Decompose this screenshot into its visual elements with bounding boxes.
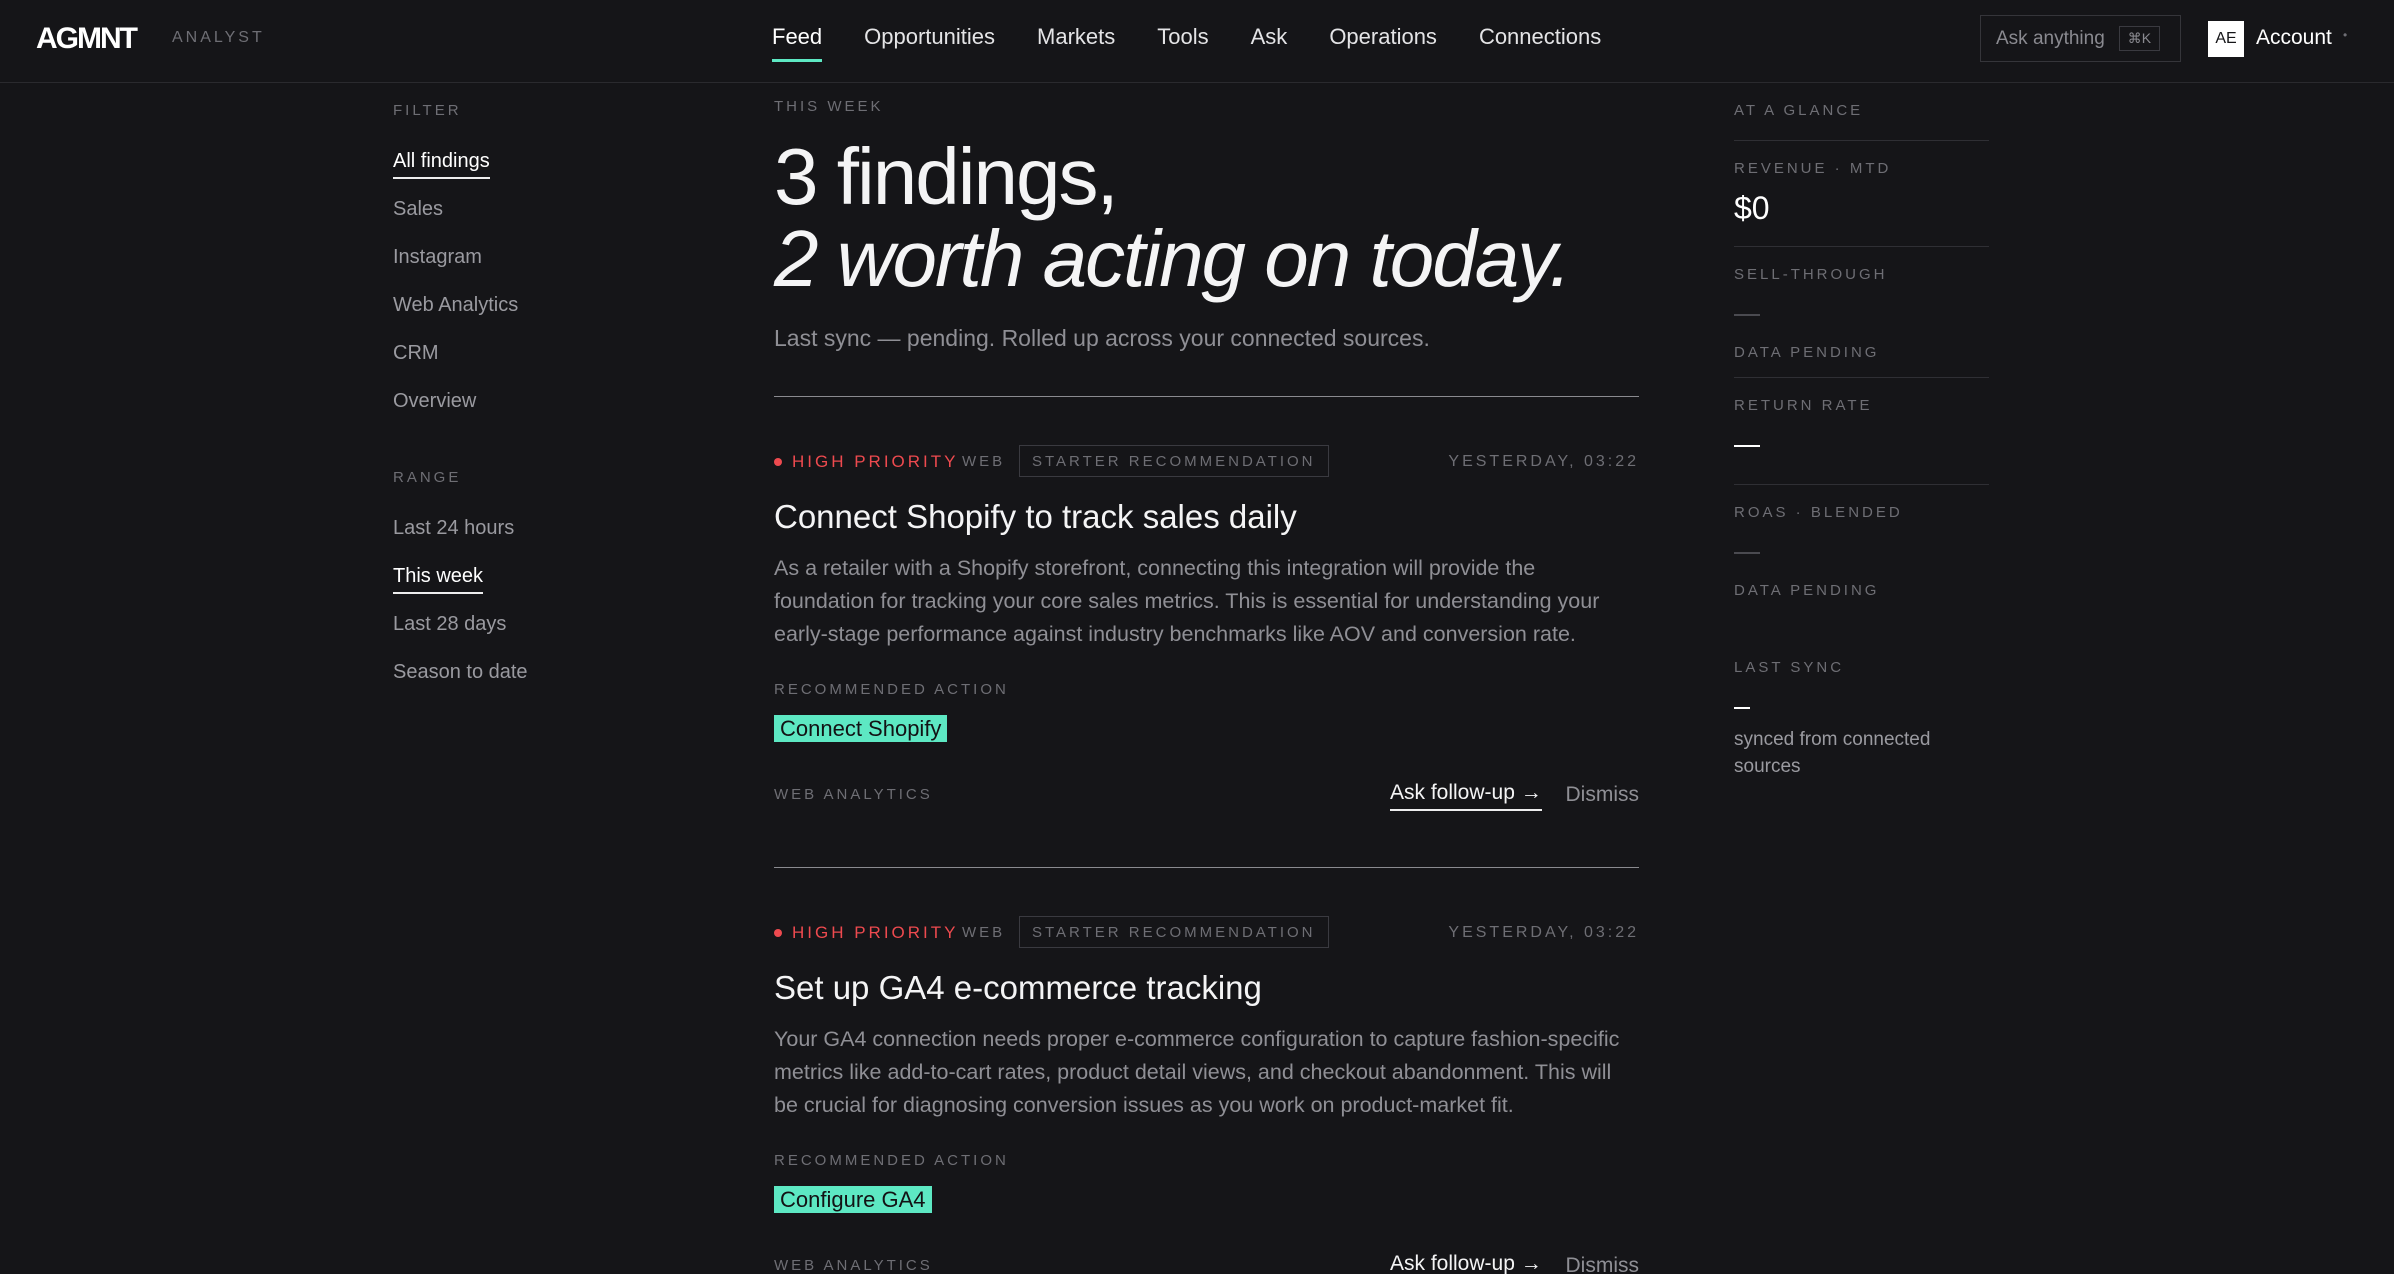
nav-operations[interactable]: Operations (1329, 0, 1437, 62)
ask-placeholder: Ask anything (1996, 27, 2105, 49)
filter-crm[interactable]: CRM (393, 342, 439, 365)
finding-body: Your GA4 connection needs proper e-comme… (774, 1027, 1620, 1117)
range-season-to-date[interactable]: Season to date (393, 661, 528, 684)
shortcut-badge: ⌘K (2118, 26, 2161, 51)
filter-label: FILTER (393, 102, 462, 119)
ask-follow-up-link[interactable]: Ask follow-up → (1390, 1252, 1542, 1274)
account-menu[interactable]: Account (2256, 26, 2332, 50)
finding-meta: HIGH PRIORITY WEB STARTER RECOMMENDATION… (774, 916, 1639, 948)
main-nav: Feed Opportunities Markets Tools Ask Ope… (772, 0, 1643, 83)
return-rate-label: RETURN RATE (1734, 397, 1873, 414)
nav-tools[interactable]: Tools (1157, 0, 1208, 62)
last-sync-empty-value (1734, 707, 1750, 709)
page-title: 3 findings, 2 worth acting on today. (774, 132, 1571, 303)
range-last-28-days[interactable]: Last 28 days (393, 613, 506, 636)
finding-card: HIGH PRIORITY WEB STARTER RECOMMENDATION… (774, 445, 1639, 825)
revenue-mtd-value: $0 (1734, 190, 1770, 226)
configure-ga4-button[interactable]: Configure GA4 (774, 1186, 932, 1213)
dismiss-button[interactable]: Dismiss (1566, 1254, 1640, 1274)
finding-body: As a retailer with a Shopify storefront,… (774, 556, 1600, 646)
timestamp: YESTERDAY, 03:22 (1448, 453, 1639, 470)
range-this-week[interactable]: This week (393, 565, 484, 594)
return-rate-empty-value (1734, 445, 1760, 447)
at-a-glance-label: AT A GLANCE (1734, 102, 1864, 119)
recommended-action-label: RECOMMENDED ACTION (774, 1152, 1009, 1169)
range-label: RANGE (393, 469, 462, 486)
ask-follow-up-link[interactable]: Ask follow-up → (1390, 781, 1542, 811)
filter-sales[interactable]: Sales (393, 198, 443, 221)
revenue-mtd-label: REVENUE · MTD (1734, 160, 1892, 177)
divider (1734, 140, 1989, 141)
dismiss-button[interactable]: Dismiss (1566, 783, 1640, 807)
avatar[interactable]: AE (2208, 21, 2244, 57)
divider (1734, 377, 1989, 378)
priority-label: HIGH PRIORITY (792, 923, 959, 942)
priority-badge: HIGH PRIORITY (774, 923, 959, 943)
sell-through-label: SELL-THROUGH (1734, 266, 1888, 283)
filter-all-findings[interactable]: All findings (393, 150, 490, 179)
divider (1734, 246, 1989, 247)
finding-card: HIGH PRIORITY WEB STARTER RECOMMENDATION… (774, 916, 1639, 1274)
account-caret-icon[interactable]: • (2343, 28, 2347, 42)
divider (1734, 484, 1989, 485)
last-sync-label: LAST SYNC (1734, 659, 1845, 676)
nav-ask[interactable]: Ask (1251, 0, 1288, 62)
priority-dot-icon (774, 929, 782, 937)
section-kicker: THIS WEEK (774, 98, 884, 115)
product-label: ANALYST (172, 29, 265, 46)
recommendation-tag: STARTER RECOMMENDATION (1019, 445, 1329, 477)
connect-shopify-button[interactable]: Connect Shopify (774, 715, 948, 742)
priority-dot-icon (774, 458, 782, 466)
sync-status: Last sync — pending. Rolled up across yo… (774, 325, 1430, 351)
logo[interactable]: AGMNT (36, 22, 138, 56)
filter-instagram[interactable]: Instagram (393, 246, 482, 269)
nav-connections[interactable]: Connections (1479, 0, 1601, 62)
filter-overview[interactable]: Overview (393, 390, 476, 413)
divider (774, 867, 1639, 868)
finding-meta: HIGH PRIORITY WEB STARTER RECOMMENDATION… (774, 445, 1639, 477)
filter-web-analytics[interactable]: Web Analytics (393, 294, 518, 317)
nav-markets[interactable]: Markets (1037, 0, 1115, 62)
finding-category: WEB ANALYTICS (774, 786, 933, 803)
range-last-24-hours[interactable]: Last 24 hours (393, 517, 514, 540)
source-label: WEB (962, 924, 1006, 941)
recommendation-tag: STARTER RECOMMENDATION (1019, 916, 1329, 948)
hero-line-2: 2 worth acting on today. (774, 214, 1571, 303)
roas-blended-label: ROAS · BLENDED (1734, 504, 1903, 521)
finding-title[interactable]: Set up GA4 e-commerce tracking (774, 969, 1262, 1007)
hero-line-1: 3 findings, (774, 132, 1119, 221)
priority-badge: HIGH PRIORITY (774, 452, 959, 472)
timestamp: YESTERDAY, 03:22 (1448, 924, 1639, 941)
recommended-action-label: RECOMMENDED ACTION (774, 681, 1009, 698)
finding-category: WEB ANALYTICS (774, 1257, 933, 1274)
sell-through-status: DATA PENDING (1734, 344, 1880, 361)
sell-through-empty-value (1734, 314, 1760, 316)
roas-status: DATA PENDING (1734, 582, 1880, 599)
divider (774, 396, 1639, 397)
roas-empty-value (1734, 552, 1760, 554)
finding-title[interactable]: Connect Shopify to track sales daily (774, 498, 1297, 536)
source-label: WEB (962, 453, 1006, 470)
nav-feed[interactable]: Feed (772, 0, 823, 62)
priority-label: HIGH PRIORITY (792, 452, 959, 471)
nav-opportunities[interactable]: Opportunities (864, 0, 995, 62)
top-bar: AGMNT ANALYST Feed Opportunities Markets… (0, 0, 2394, 83)
last-sync-note: synced from connected sources (1734, 729, 1931, 777)
ask-anything-input[interactable]: Ask anything ⌘K (1980, 15, 2181, 62)
